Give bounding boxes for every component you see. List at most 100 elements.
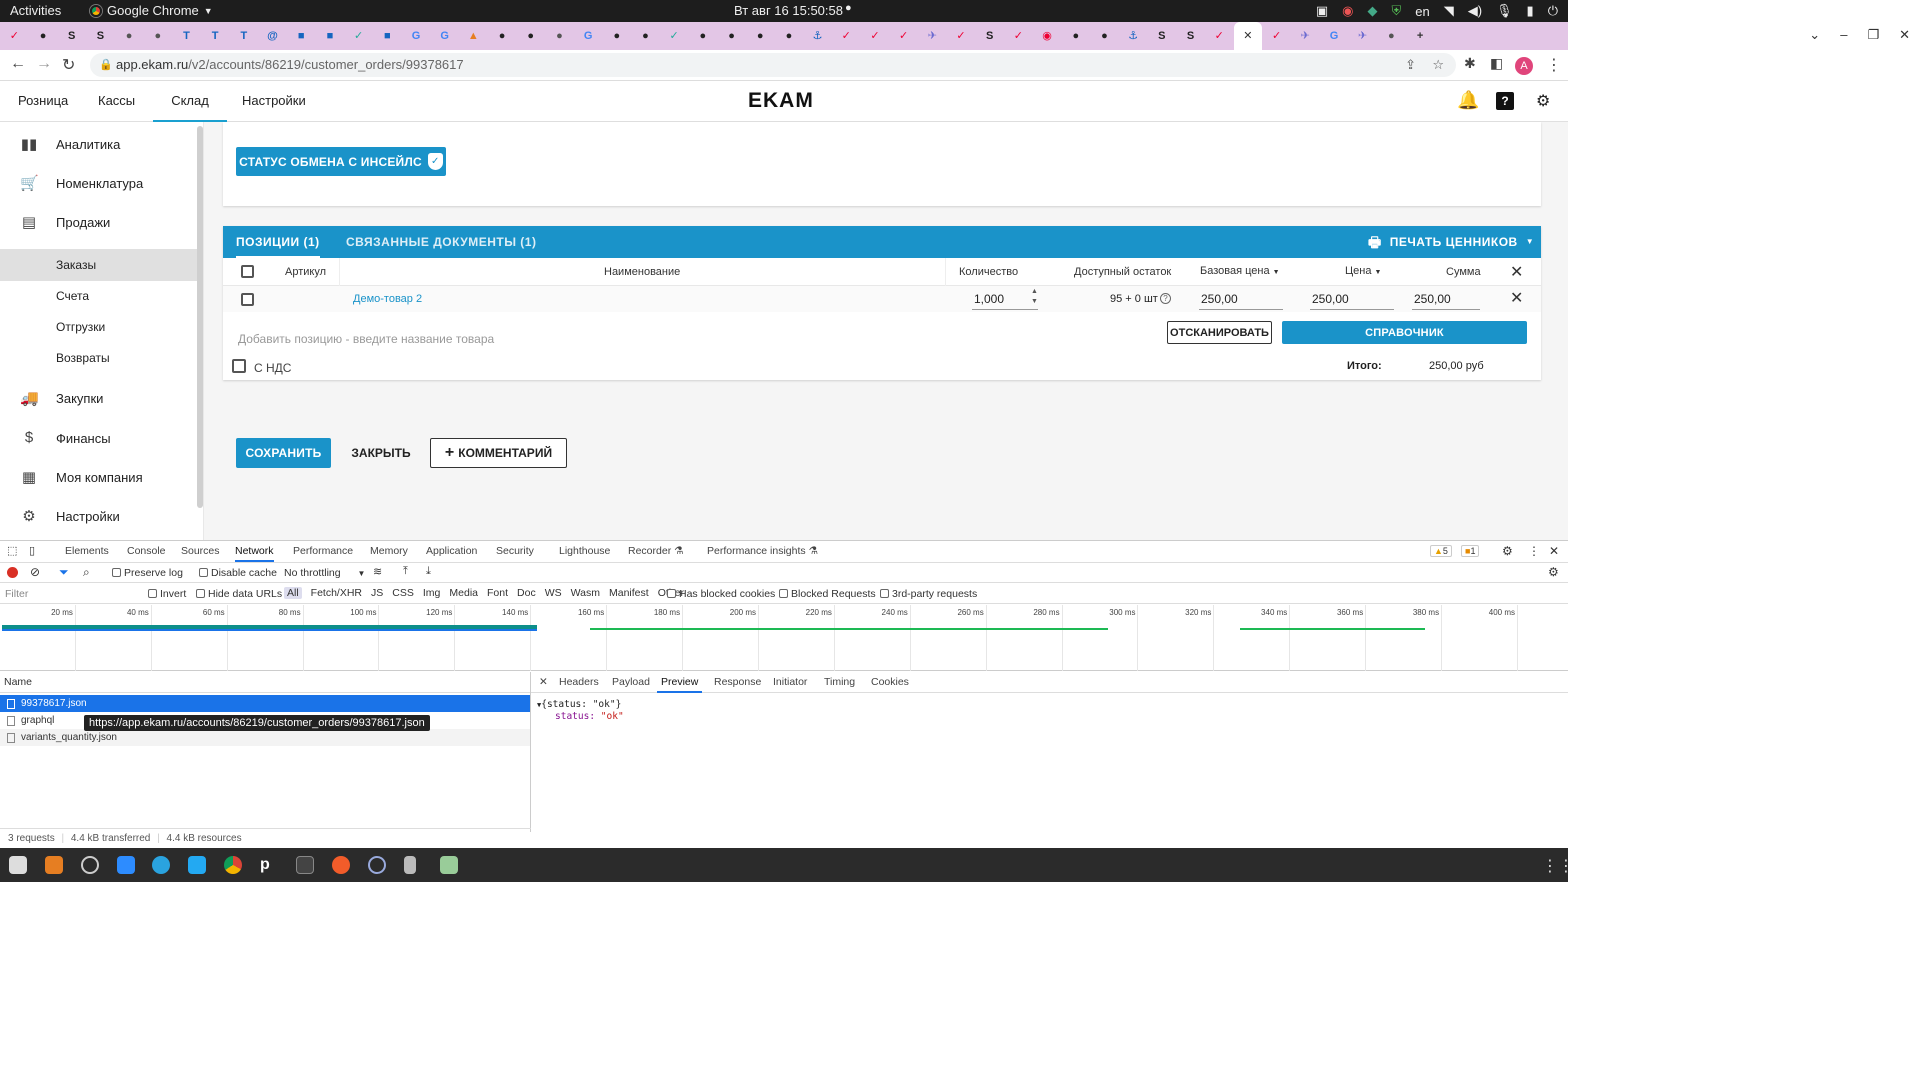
add-position-input[interactable]: Добавить позицию - введите название това… — [238, 332, 494, 346]
ekam-logo[interactable]: EKAM — [748, 89, 814, 113]
browser-tab[interactable]: ● — [746, 22, 775, 50]
network-conditions-icon[interactable]: ≋ — [373, 565, 382, 578]
browser-tab[interactable]: ⚓ — [1119, 22, 1148, 50]
browser-tab[interactable]: ▲ — [459, 22, 488, 50]
browser-tab[interactable]: ✕ — [1233, 22, 1263, 50]
browser-tab[interactable]: ● — [115, 22, 144, 50]
blocked-cookies-checkbox[interactable]: Has blocked cookies — [667, 588, 775, 600]
browser-tab[interactable]: ● — [516, 22, 545, 50]
clock-app-icon[interactable] — [368, 856, 386, 874]
exchange-status-button[interactable]: СТАТУС ОБМЕНА С ИНСЕЙЛС ✓ — [236, 147, 446, 176]
sidebar-item-analytics[interactable]: ▮▮ Аналитика — [0, 128, 197, 160]
issues-badge[interactable]: ■1 — [1461, 545, 1480, 557]
export-har-icon[interactable]: ⤓ — [426, 565, 431, 578]
browser-tab[interactable]: ● — [631, 22, 660, 50]
type-filter-ws[interactable]: WS — [545, 587, 562, 599]
browser-tab[interactable]: ● — [143, 22, 172, 50]
activities-button[interactable]: Activities — [10, 3, 61, 18]
browser-tab[interactable]: S — [975, 22, 1004, 50]
address-bar[interactable]: 🔒 app.ekam.ru/v2/accounts/86219/customer… — [90, 53, 1456, 77]
type-filter-all[interactable]: All — [284, 587, 302, 599]
browser-tab[interactable]: ✓ — [947, 22, 976, 50]
network-settings-icon[interactable]: ⚙ — [1548, 565, 1559, 579]
catalog-button[interactable]: СПРАВОЧНИК — [1282, 321, 1527, 344]
dt-close-icon[interactable]: ✕ — [1549, 544, 1559, 558]
detail-tab-preview[interactable]: Preview — [657, 676, 703, 693]
browser-tab[interactable]: ● — [1061, 22, 1090, 50]
blocked-requests-checkbox[interactable]: Blocked Requests — [779, 588, 876, 600]
tab-positions[interactable]: ПОЗИЦИИ (1) — [236, 226, 320, 258]
sidebar-item-finance[interactable]: $ Финансы — [0, 422, 197, 454]
telegram-icon[interactable] — [152, 856, 170, 874]
sublime-icon[interactable] — [45, 856, 63, 874]
clear-icon[interactable]: ⊘ — [30, 565, 40, 579]
browser-tab[interactable]: ✓ — [832, 22, 861, 50]
sidebar-scrollbar[interactable] — [197, 126, 203, 508]
inspect-icon[interactable]: ⬚ — [7, 544, 17, 557]
browser-tab[interactable]: ■ — [373, 22, 402, 50]
sidebar-item-purchases[interactable]: 🚚 Закупки — [0, 382, 197, 414]
tab-related-docs[interactable]: СВЯЗАННЫЕ ДОКУМЕНТЫ (1) — [346, 226, 536, 258]
detail-tab-payload[interactable]: Payload — [612, 676, 650, 688]
type-filter-fetch-xhr[interactable]: Fetch/XHR — [311, 587, 362, 599]
new-tab-button[interactable]: + — [1406, 22, 1435, 50]
browser-tab[interactable]: @ — [258, 22, 287, 50]
browser-tab[interactable]: ✓ — [344, 22, 373, 50]
topnav-warehouse[interactable]: Склад — [153, 81, 227, 122]
browser-tab[interactable]: ✈ — [918, 22, 947, 50]
type-filter-doc[interactable]: Doc — [517, 587, 536, 599]
share-icon[interactable]: ⇪ — [1405, 53, 1416, 77]
side-panel-icon[interactable]: ◧ — [1490, 55, 1503, 72]
type-filter-js[interactable]: JS — [371, 587, 383, 599]
select-all-checkbox[interactable] — [241, 265, 254, 278]
browser-tab[interactable]: G — [402, 22, 431, 50]
browser-tab[interactable]: G — [1320, 22, 1349, 50]
dt-tab-performance[interactable]: Performance — [293, 545, 353, 557]
quantity-input[interactable]: 1,000 — [972, 290, 1038, 310]
browser-tab[interactable]: ✓ — [660, 22, 689, 50]
browser-tab[interactable]: ● — [29, 22, 58, 50]
col-base-price[interactable]: Базовая цена ▼ — [1200, 265, 1280, 277]
request-row[interactable]: variants_quantity.json — [0, 729, 530, 746]
browser-tab[interactable]: S — [86, 22, 115, 50]
browser-tab[interactable]: ● — [602, 22, 631, 50]
bell-icon[interactable]: 🔔 — [1457, 90, 1479, 111]
type-filter-css[interactable]: CSS — [392, 587, 414, 599]
recycle-icon[interactable] — [440, 856, 458, 874]
detail-tab-cookies[interactable]: Cookies — [871, 676, 909, 688]
browser-tab[interactable]: ● — [775, 22, 804, 50]
close-window-icon[interactable]: ✕ — [1899, 27, 1910, 43]
profile-avatar[interactable]: A — [1515, 57, 1533, 75]
name-column-header[interactable]: Name — [0, 672, 530, 693]
reload-icon[interactable]: ↻ — [62, 55, 75, 75]
remove-row-icon[interactable]: ✕ — [1510, 288, 1523, 308]
throttling-select[interactable]: No throttling ▼ — [284, 567, 365, 579]
add-comment-button[interactable]: + КОММЕНТАРИЙ — [430, 438, 567, 468]
device-toggle-icon[interactable]: ▯ — [29, 544, 35, 557]
browser-tab[interactable]: ⚓ — [803, 22, 832, 50]
browser-tab[interactable]: ✓ — [889, 22, 918, 50]
detail-tab-initiator[interactable]: Initiator — [773, 676, 807, 688]
dt-tab-recorder[interactable]: Recorder ⚗ — [628, 545, 684, 557]
sidebar-item-orders[interactable]: Заказы — [0, 249, 197, 281]
browser-tab[interactable]: ■ — [316, 22, 345, 50]
detail-tab-response[interactable]: Response — [714, 676, 761, 688]
filter-icon[interactable]: ⏷ — [59, 565, 69, 580]
dt-tab-memory[interactable]: Memory — [370, 545, 408, 557]
browser-tab[interactable]: ✓ — [1205, 22, 1234, 50]
browser-tab[interactable]: ◉ — [1033, 22, 1062, 50]
browser-tab[interactable]: T — [230, 22, 259, 50]
dt-tab-elements[interactable]: Elements — [65, 545, 109, 557]
topnav-retail[interactable]: Розница — [18, 81, 68, 122]
browser-tab[interactable]: ✓ — [1004, 22, 1033, 50]
browser-tab[interactable]: ■ — [287, 22, 316, 50]
print-labels-button[interactable]: 🖶 ПЕЧАТЬ ЦЕННИКОВ ▼ — [1368, 226, 1534, 258]
import-har-icon[interactable]: ⤒ — [403, 565, 408, 578]
dt-settings-icon[interactable]: ⚙ — [1502, 544, 1513, 558]
settings-app-icon[interactable] — [81, 856, 99, 874]
record-icon[interactable] — [7, 567, 18, 578]
help-circle-icon[interactable]: ? — [1160, 293, 1171, 304]
extensions-icon[interactable]: ✱ — [1464, 55, 1476, 72]
price-input[interactable]: 250,00 — [1310, 290, 1394, 310]
browser-tab[interactable]: ● — [1377, 22, 1406, 50]
